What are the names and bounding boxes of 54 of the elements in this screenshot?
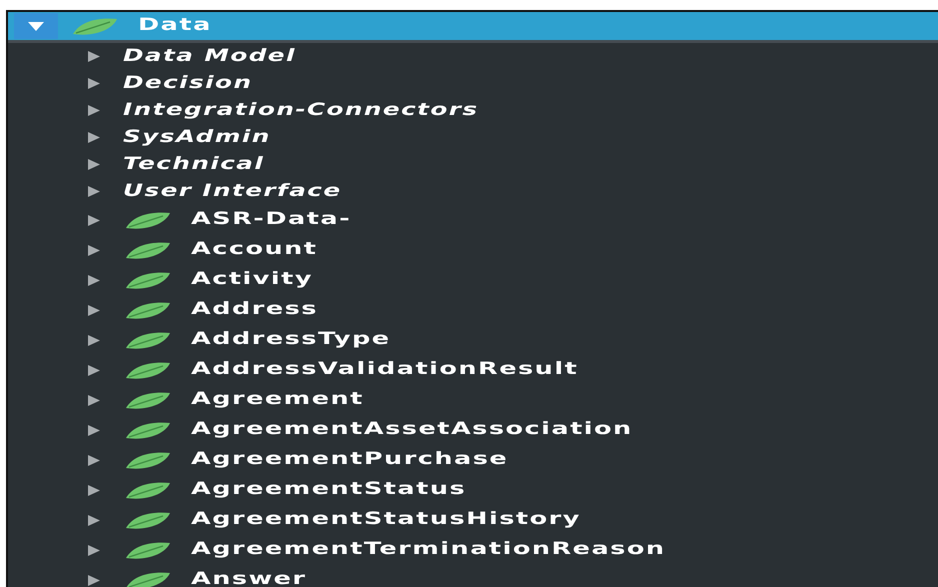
leaf-icon [125, 272, 171, 288]
leaf-icon [125, 452, 171, 468]
folder-label[interactable]: Decision [123, 70, 252, 96]
leaf-icon [125, 512, 171, 528]
leaf-icon [125, 542, 171, 558]
leaf-icon [125, 482, 171, 498]
class-label[interactable]: AddressType [191, 327, 391, 353]
folder-label[interactable]: Data Model [123, 44, 296, 70]
leaf-icon [72, 18, 118, 34]
class-label[interactable]: ASR-Data- [191, 207, 352, 233]
caret-right-icon[interactable] [88, 78, 100, 89]
folder-label[interactable]: SysAdmin [123, 124, 271, 150]
leaf-icon [125, 332, 171, 348]
caret-right-icon[interactable] [88, 132, 100, 143]
leaf-icon [125, 242, 171, 258]
class-label[interactable]: AgreementPurchase [191, 447, 508, 473]
class-label[interactable]: Answer [191, 567, 306, 587]
caret-right-icon[interactable] [88, 394, 100, 406]
class-label[interactable]: AddressValidationResult [191, 357, 578, 383]
leaf-icon [125, 212, 171, 228]
caret-right-icon[interactable] [88, 214, 100, 226]
caret-right-icon[interactable] [88, 274, 100, 286]
leaf-icon [125, 392, 171, 408]
caret-right-icon[interactable] [88, 304, 100, 316]
caret-right-icon[interactable] [88, 424, 100, 436]
caret-down-icon[interactable] [28, 22, 44, 30]
folder-label[interactable]: Integration-Connectors [123, 98, 479, 124]
caret-right-icon[interactable] [88, 159, 100, 170]
class-label[interactable]: Account [191, 237, 318, 263]
toggle-button[interactable] [14, 13, 58, 39]
folder-label[interactable]: User Interface [123, 178, 342, 204]
folder-label[interactable]: Technical [123, 152, 264, 178]
caret-right-icon[interactable] [88, 244, 100, 256]
leaf-icon [125, 362, 171, 378]
caret-right-icon[interactable] [88, 514, 100, 526]
class-label[interactable]: AgreementAssetAssociation [191, 417, 633, 443]
class-label[interactable]: AgreementStatus [191, 477, 466, 503]
caret-right-icon[interactable] [88, 484, 100, 496]
caret-right-icon[interactable] [88, 574, 100, 586]
class-label[interactable]: Agreement [191, 387, 364, 413]
caret-right-icon[interactable] [88, 364, 100, 376]
class-label[interactable]: AgreementStatusHistory [191, 507, 581, 533]
leaf-icon [125, 422, 171, 438]
class-label[interactable]: Activity [191, 267, 313, 293]
caret-right-icon[interactable] [88, 544, 100, 556]
leaf-icon [125, 302, 171, 318]
caret-right-icon[interactable] [88, 186, 100, 197]
caret-right-icon[interactable] [88, 51, 100, 62]
class-label[interactable]: Address [191, 297, 318, 323]
caret-right-icon[interactable] [88, 334, 100, 346]
leaf-icon [125, 572, 171, 587]
caret-right-icon[interactable] [88, 105, 100, 116]
caret-right-icon[interactable] [88, 454, 100, 466]
class-label[interactable]: AgreementTerminationReason [191, 537, 666, 563]
